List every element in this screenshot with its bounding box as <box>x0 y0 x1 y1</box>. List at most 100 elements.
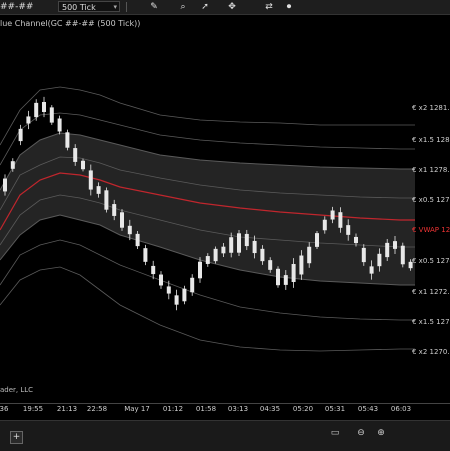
candle-body <box>143 248 148 262</box>
candle <box>159 271 163 289</box>
candle <box>34 99 39 121</box>
vwap-price-label: € VWAP 1276 <box>412 226 450 234</box>
candle-body <box>322 219 327 231</box>
candle <box>151 260 156 280</box>
candle-body <box>198 261 202 279</box>
band-price-label: € x1 1272.5 <box>412 288 450 296</box>
time-tick-label: 05:43 <box>357 405 379 413</box>
candle-body <box>159 274 163 286</box>
candle <box>18 124 23 146</box>
candle-body <box>120 212 124 228</box>
candle <box>120 209 124 231</box>
zoom-in-icon[interactable]: ⊕ <box>375 427 387 439</box>
time-tick-label: 01:12 <box>162 405 184 413</box>
watermark-text: ader, LLC <box>0 386 34 394</box>
cursor-icon[interactable]: ➚ <box>199 1 211 13</box>
properties-icon[interactable]: ▭ <box>329 427 341 439</box>
period-selector[interactable]: 500 Tick ▾ <box>58 1 120 12</box>
candle <box>174 289 179 311</box>
candle-body <box>229 237 234 253</box>
candle-body <box>42 102 46 112</box>
candle <box>57 115 62 135</box>
record-icon[interactable]: ⏺ <box>283 1 295 13</box>
candle-body <box>88 170 93 190</box>
candle-body <box>213 248 218 262</box>
add-tab-button[interactable]: + <box>10 431 23 444</box>
chevron-down-icon: ▾ <box>113 3 117 11</box>
candle-body <box>400 245 405 265</box>
candle-body <box>57 118 62 132</box>
candle <box>237 230 241 256</box>
band-price-label: € x1.5 1271 <box>412 318 450 326</box>
candle-body <box>354 236 358 244</box>
time-tick-label: May 17 <box>124 405 150 413</box>
candle-body <box>190 277 195 293</box>
time-tick-label: 36 <box>0 405 9 413</box>
band-price-label: € x1.5 1280 <box>412 136 450 144</box>
candle-body <box>361 247 366 263</box>
candle-body <box>291 263 296 283</box>
candle-body <box>166 286 171 294</box>
candle-body <box>96 186 101 194</box>
price-chart[interactable] <box>0 15 450 403</box>
candle <box>104 187 109 213</box>
candle-body <box>135 233 140 247</box>
candle-body <box>283 275 288 285</box>
time-tick-label: 05:31 <box>324 405 346 413</box>
period-value: 500 Tick <box>62 3 96 12</box>
candle-body <box>127 225 132 235</box>
candle-body <box>3 178 7 192</box>
candle-body <box>10 161 15 169</box>
candle-body <box>393 241 397 249</box>
candle-body <box>330 210 335 220</box>
candle-body <box>369 266 374 274</box>
candle-body <box>26 116 31 124</box>
crosshair-icon[interactable]: ✥ <box>226 1 238 13</box>
shuffle-icon[interactable]: ⇄ <box>263 1 275 13</box>
band-price-label: € x2 1281.6 <box>412 104 450 112</box>
candle-body <box>65 132 70 148</box>
candle-body <box>151 265 156 275</box>
candle-body <box>338 212 343 228</box>
candle-body <box>377 253 382 267</box>
zoom-out-icon[interactable]: ⊖ <box>355 427 367 439</box>
time-tick-label: 06:03 <box>390 405 412 413</box>
chart-toolbar: ##-## 500 Tick ▾ ✎ ⌕ ➚ ✥ ⇄ ⏺ <box>0 0 450 15</box>
candle-body <box>205 256 210 264</box>
instrument-selector[interactable]: ##-## <box>0 1 33 13</box>
candle-body <box>307 246 312 264</box>
chart-footer: ▭ ⊖ ⊕ <box>0 420 450 451</box>
candle-body <box>260 248 265 262</box>
candle-body <box>49 107 54 123</box>
band-price-label: € x1 1278.7 <box>412 166 450 174</box>
time-tick-label: 05:20 <box>292 405 314 413</box>
candle-body <box>182 288 187 302</box>
time-tick-label: 22:58 <box>86 405 108 413</box>
time-axis[interactable]: 36 19:55 21:13 22:58 May 17 01:12 01:58 03:13 04… <box>0 403 450 418</box>
magnifier-icon[interactable]: ⌕ <box>177 1 189 13</box>
candle-body <box>34 102 39 118</box>
candle <box>26 110 31 130</box>
candle <box>276 266 280 288</box>
time-tick-label: 01:58 <box>195 405 217 413</box>
candle-body <box>174 295 179 305</box>
candle <box>315 231 319 249</box>
candle-body <box>315 233 319 247</box>
candle-body <box>221 246 226 254</box>
candle-body <box>244 233 249 247</box>
chart-canvas[interactable] <box>0 15 450 403</box>
time-tick-label: 03:13 <box>227 405 249 413</box>
candle-body <box>385 242 390 258</box>
candle <box>400 242 405 268</box>
candle-body <box>112 204 117 216</box>
pencil-icon[interactable]: ✎ <box>148 1 160 13</box>
candle <box>143 244 148 266</box>
candle-body <box>299 255 304 275</box>
candle <box>198 257 202 283</box>
time-tick-label: 19:55 <box>22 405 44 413</box>
candle-body <box>104 190 109 210</box>
candle-body <box>268 260 273 270</box>
candle <box>49 105 54 125</box>
toolbar-divider <box>126 2 127 12</box>
band-price-label: € x0.5 1274. <box>412 257 450 265</box>
